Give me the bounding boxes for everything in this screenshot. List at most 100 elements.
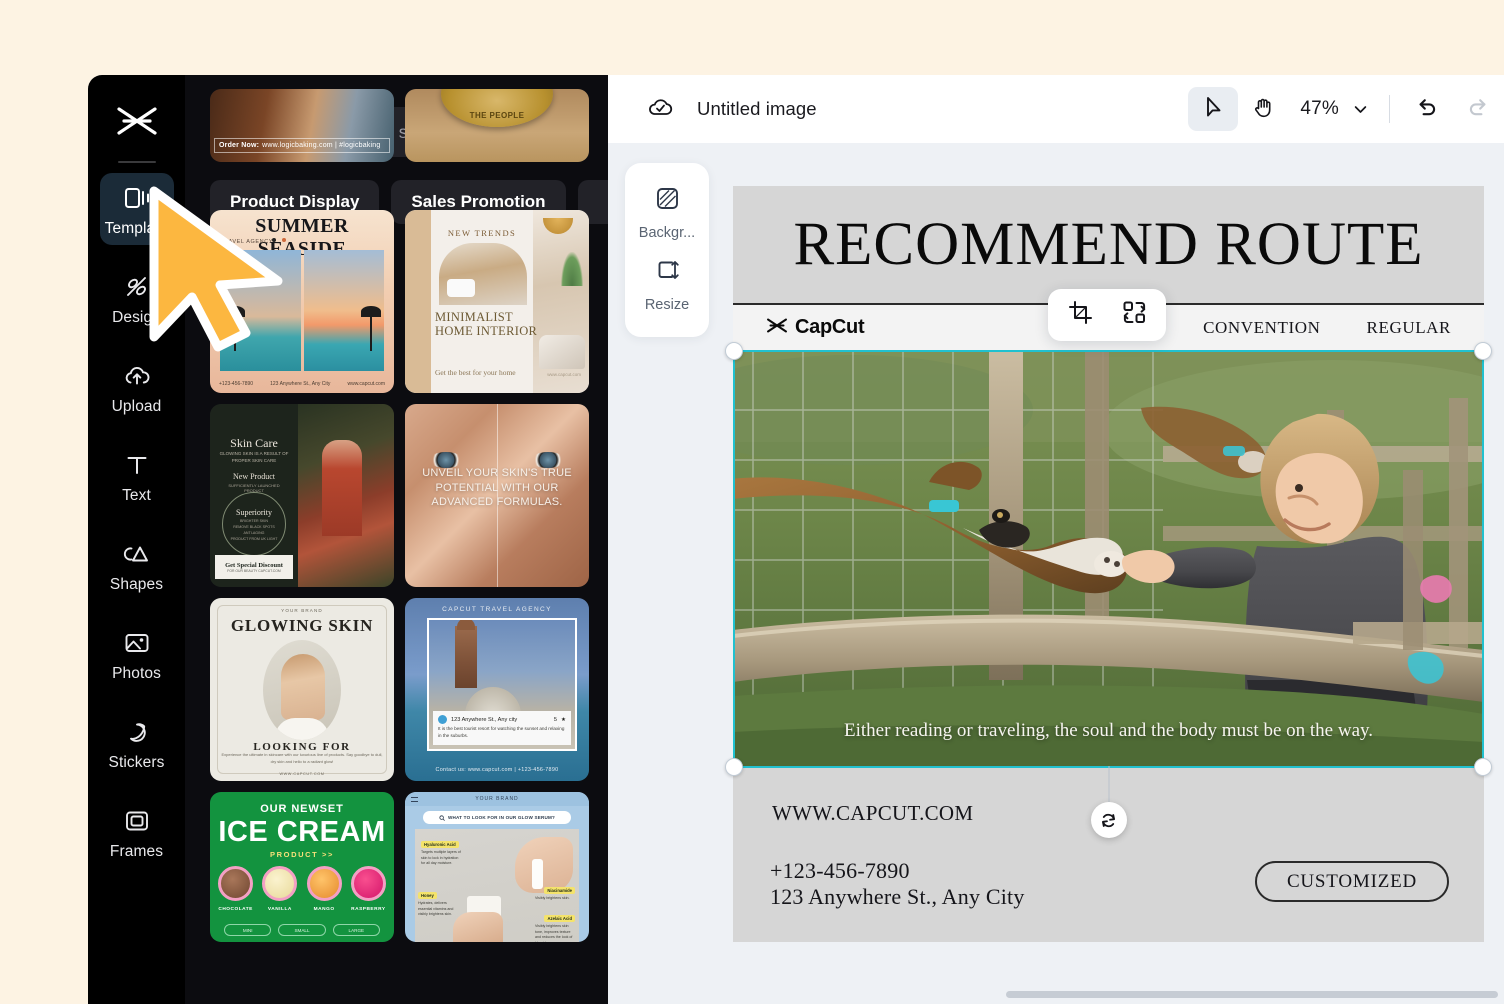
trends-photo <box>439 243 527 305</box>
document-title[interactable]: Untitled image <box>697 98 817 120</box>
template-card-unveil-skin[interactable]: UNVEIL YOUR SKIN'S TRUE POTENTIAL WITH O… <box>405 404 589 587</box>
skincare-badge-title: Superiority <box>236 507 272 517</box>
replace-media-button[interactable] <box>1113 295 1155 335</box>
template-card-glowing-skin[interactable]: YOUR BRAND GLOWING SKIN LOOKING FOR Expe… <box>210 598 394 781</box>
horizontal-scrollbar[interactable] <box>1006 991 1498 998</box>
serum-hand-lower <box>453 912 503 942</box>
design-footer-address[interactable]: 123 Anywhere St., Any City <box>770 884 1025 910</box>
chevron-down-icon[interactable] <box>1343 87 1377 131</box>
sidebar-label-upload: Upload <box>111 398 162 415</box>
sidebar-label-frames: Frames <box>109 843 164 860</box>
skincare-title: Skin Care <box>230 436 278 450</box>
template-card-skin-care[interactable]: Skin Care GLOWING SKIN IS A RESULT OF PR… <box>210 404 394 587</box>
travel-avatar <box>438 715 447 724</box>
trends-plant <box>561 252 583 286</box>
design-icon <box>122 272 152 302</box>
skincare-cta-sub: FOR OUR BEAUTY CAPCUT.COM <box>227 568 281 573</box>
scoop-mango <box>306 866 342 901</box>
sidebar-item-text[interactable]: Text <box>100 440 174 512</box>
sidebar-item-template[interactable]: Template <box>99 173 174 245</box>
seaside-site: www.capcut.com <box>347 381 385 387</box>
travel-footer: Contact us: www.capcut.com | +123-456-78… <box>435 767 559 773</box>
trends-chair <box>539 335 585 369</box>
design-photo-caption[interactable]: Either reading or traveling, the soul an… <box>808 718 1409 744</box>
template-card-travel-agency[interactable]: CAPCUT TRAVEL AGENCY 123 Anywhere St., A… <box>405 598 589 781</box>
serum-search-text: WHAT TO LOOK FOR IN OUR GLOW SERUM? <box>447 815 556 820</box>
ice-line-1: OUR NEWSET <box>260 803 344 815</box>
design-footer-cta-button[interactable]: CUSTOMIZED <box>1255 861 1449 902</box>
crop-icon <box>1068 300 1093 330</box>
canvas-tool-dock: Backgr... Resize <box>625 163 709 337</box>
sidebar-item-frames[interactable]: Frames <box>100 796 174 868</box>
sidebar-item-photos[interactable]: Photos <box>100 618 174 690</box>
undo-button[interactable] <box>1402 87 1452 131</box>
template-card-minimalist-home[interactable]: NEW TRENDS MINIMALIST HOME INTERIOR Get … <box>405 210 589 393</box>
sidebar-label-design: Design <box>112 309 161 326</box>
ice-flavor-label-2: MANGO <box>313 907 335 912</box>
design-footer-url[interactable]: WWW.CAPCUT.COM <box>772 801 973 826</box>
ice-flavor-raspberry: RASPBERRY <box>350 866 387 912</box>
template-card-summer-seaside[interactable]: SUMMER SEASIDE TRAVEL AGENCY +123-456-78… <box>210 210 394 393</box>
background-icon <box>654 185 681 217</box>
serum-brand: YOUR BRAND <box>475 796 519 802</box>
design-nav-link-regular[interactable]: REGULAR <box>1367 318 1451 338</box>
sidebar-item-design[interactable]: Design <box>100 262 174 334</box>
ice-line-2: ICE CREAM <box>218 816 386 848</box>
zoom-level[interactable]: 47% <box>1300 98 1339 120</box>
design-footer-phone[interactable]: +123-456-7890 <box>770 858 910 884</box>
rotate-handle[interactable] <box>1090 802 1127 838</box>
scoop-vanilla <box>262 866 298 901</box>
sidebar-item-upload[interactable]: Upload <box>100 351 174 423</box>
design-title[interactable]: RECOMMEND ROUTE <box>793 210 1423 280</box>
stickers-icon <box>122 717 152 747</box>
left-nav-rail: Template Design Upload Text Shapes Photo… <box>88 75 185 1004</box>
capcut-logo[interactable] <box>88 93 185 149</box>
capcut-logo-icon <box>766 317 788 339</box>
resize-icon <box>654 257 681 289</box>
redo-button[interactable] <box>1452 87 1502 131</box>
design-nav-logo[interactable]: CapCut <box>766 316 865 339</box>
template-grid: Order Now: www.logicbaking.com | #logicb… <box>210 89 590 942</box>
hand-tool-button[interactable] <box>1238 87 1288 131</box>
upload-cloud-icon <box>122 361 152 391</box>
trends-title-1: MINIMALIST <box>435 310 513 324</box>
skincare-section: New Product <box>233 472 275 481</box>
template-card-honey[interactable]: THE PEOPLE <box>405 89 589 162</box>
serum-topbar: YOUR BRAND <box>405 792 589 806</box>
seaside-address: 123 Anywhere St., Any City <box>270 381 331 387</box>
travel-info-card: 123 Anywhere St., Any city 5 ★ It is the… <box>433 711 571 745</box>
seaside-photo-grid <box>220 250 384 371</box>
trends-tagline: Get the best for your home <box>435 368 516 377</box>
travel-card-name: 123 Anywhere St., Any city <box>451 716 518 723</box>
scoop-chocolate <box>218 866 254 901</box>
template-card-bakery[interactable]: Order Now: www.logicbaking.com | #logicb… <box>210 89 394 162</box>
bakery-band-text: www.logicbaking.com | #logicbaking <box>262 142 381 149</box>
canvas-area[interactable]: Backgr... Resize RECOMMEND ROUTE CapCut … <box>608 143 1504 1004</box>
sidebar-item-shapes[interactable]: Shapes <box>100 529 174 601</box>
replace-media-icon <box>1122 300 1147 330</box>
design-nav-logo-text: CapCut <box>795 316 865 338</box>
seaside-phone: +123-456-7890 <box>219 381 254 387</box>
ice-size-1: SMALL <box>278 924 326 936</box>
design-footer: WWW.CAPCUT.COM +123-456-7890 123 Anywher… <box>733 768 1484 942</box>
background-tool[interactable]: Backgr... <box>625 177 709 249</box>
design-header: RECOMMEND ROUTE <box>733 186 1484 303</box>
serum-tag-body-1: Hydrates, delivers essential vitamins an… <box>418 901 454 917</box>
crop-button[interactable] <box>1059 295 1101 335</box>
element-context-toolbar <box>1048 289 1166 341</box>
cloud-saved-icon[interactable] <box>645 92 675 127</box>
sidebar-item-stickers[interactable]: Stickers <box>100 707 174 779</box>
editor-topbar: Untitled image 47% <box>608 75 1504 143</box>
design-photo-element[interactable]: Either reading or traveling, the soul an… <box>733 350 1484 768</box>
serum-tag-body-3: Visibly brightens skin tone, improves te… <box>535 924 573 942</box>
design-nav-link-convention[interactable]: CONVENTION <box>1203 318 1320 338</box>
trends-title-2: HOME INTERIOR <box>435 324 538 338</box>
resize-tool[interactable]: Resize <box>625 249 709 321</box>
template-card-ice-cream[interactable]: OUR NEWSET ICE CREAM PRODUCT >> CHOCOLAT… <box>210 792 394 942</box>
sidebar-label-photos: Photos <box>112 665 161 682</box>
template-card-glow-serum[interactable]: YOUR BRAND WHAT TO LOOK FOR IN OUR GLOW … <box>405 792 589 942</box>
search-icon-small <box>439 814 445 821</box>
toolbar-divider <box>1389 95 1390 123</box>
select-tool-button[interactable] <box>1188 87 1239 131</box>
ice-line-3: PRODUCT >> <box>270 850 334 859</box>
